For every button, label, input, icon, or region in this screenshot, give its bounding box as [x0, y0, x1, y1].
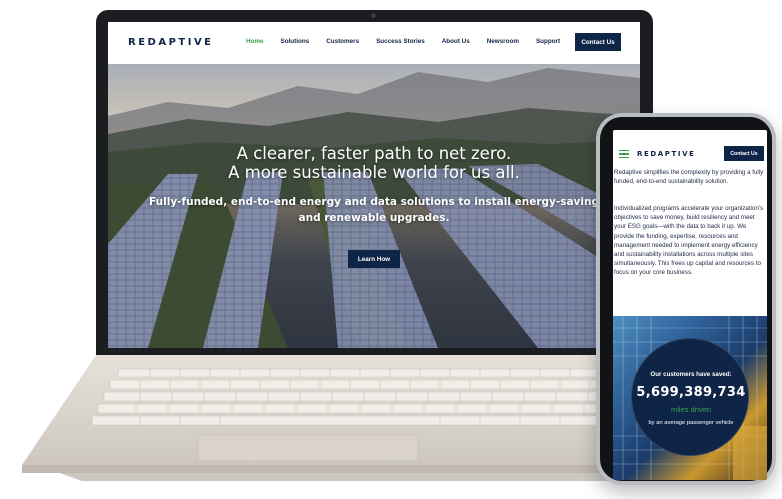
- stat-label: Our customers have saved:: [650, 371, 732, 378]
- mobile-intro-text: Redaptive simplifies the complexity by p…: [614, 169, 764, 186]
- nav-newsroom[interactable]: Newsroom: [487, 38, 519, 45]
- desktop-nav: REDAPTIVE Home Solutions Customers Succe…: [108, 22, 640, 64]
- phone-screen: REDAPTIVE Contact Us Redaptive simplifie…: [613, 130, 767, 480]
- nav-home[interactable]: Home: [246, 38, 264, 45]
- laptop-lid: REDAPTIVE Home Solutions Customers Succe…: [96, 10, 653, 355]
- nav-customers[interactable]: Customers: [326, 38, 359, 45]
- learn-how-button[interactable]: Learn How: [348, 250, 400, 268]
- hero-subtitle: Fully-funded, end-to-end energy and data…: [149, 196, 599, 224]
- hamburger-icon[interactable]: [619, 150, 629, 159]
- phone-bezel: REDAPTIVE Contact Us Redaptive simplifie…: [600, 117, 772, 481]
- phone-frame: REDAPTIVE Contact Us Redaptive simplifie…: [596, 113, 776, 485]
- mobile-body-text: Individualized programs accelerate your …: [614, 205, 764, 277]
- nav-solutions[interactable]: Solutions: [281, 38, 310, 45]
- desktop-contact-button[interactable]: Contact Us: [575, 33, 621, 51]
- nav-success-stories[interactable]: Success Stories: [376, 38, 425, 45]
- stat-note: by an average passenger vehicle: [648, 420, 734, 426]
- camera-dot: [371, 13, 376, 18]
- hero-title: A clearer, faster path to net zero. A mo…: [108, 144, 640, 182]
- mobile-nav: REDAPTIVE Contact Us: [613, 130, 767, 166]
- desktop-nav-links: Home Solutions Customers Success Stories…: [246, 38, 577, 45]
- mobile-logo[interactable]: REDAPTIVE: [637, 150, 696, 158]
- building-image: Our customers have saved: 5,699,389,734 …: [613, 316, 767, 480]
- savings-stat-circle: Our customers have saved: 5,699,389,734 …: [631, 338, 749, 456]
- nav-about-us[interactable]: About Us: [442, 38, 470, 45]
- stat-unit: miles driven: [670, 405, 711, 414]
- nav-support[interactable]: Support: [536, 38, 560, 45]
- laptop-screen: REDAPTIVE Home Solutions Customers Succe…: [108, 22, 640, 348]
- stat-value: 5,699,389,734: [636, 385, 746, 400]
- hero-title-line1: A clearer, faster path to net zero.: [236, 144, 512, 163]
- mobile-contact-button[interactable]: Contact Us: [724, 146, 764, 161]
- hero-title-line2: A more sustainable world for us all.: [228, 162, 520, 182]
- desktop-logo[interactable]: REDAPTIVE: [128, 37, 214, 48]
- hero-section: A clearer, faster path to net zero. A mo…: [108, 64, 640, 348]
